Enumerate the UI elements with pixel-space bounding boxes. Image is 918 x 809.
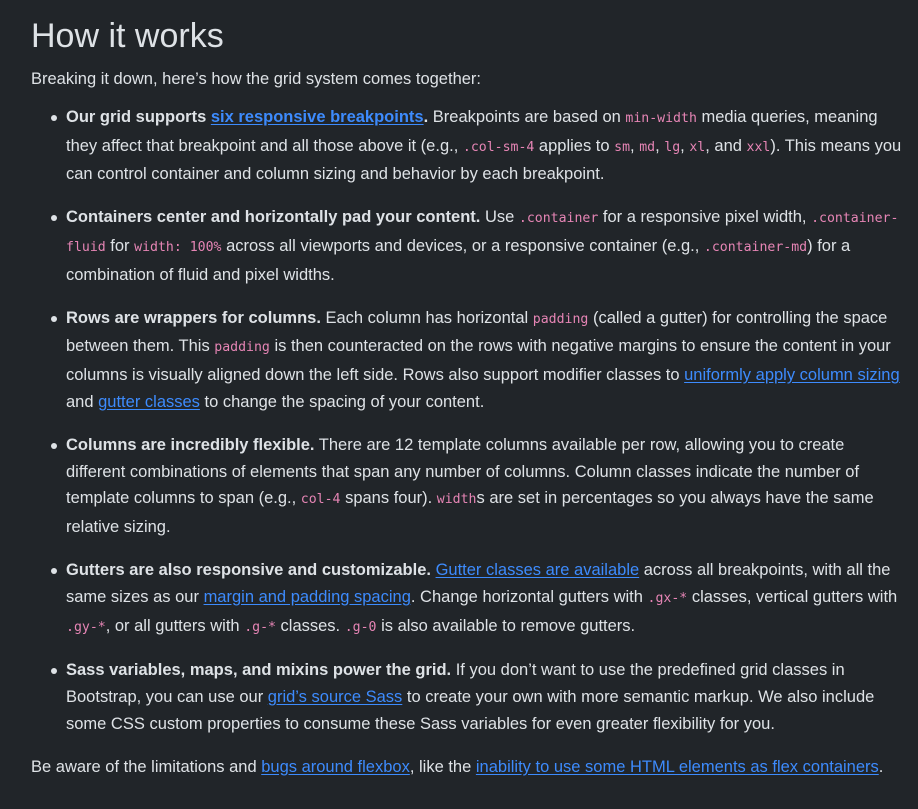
item-title: Sass variables, maps, and mixins power t… <box>66 661 452 680</box>
column-sizing-link[interactable]: uniformly apply column sizing <box>684 366 900 384</box>
code-snippet: xxl <box>746 139 771 155</box>
code-snippet: width <box>436 492 477 508</box>
intro-paragraph: Breaking it down, here’s how the grid sy… <box>31 70 482 88</box>
code-snippet: lg <box>664 139 681 155</box>
code-snippet: sm <box>614 139 631 155</box>
breakpoints-link[interactable]: six responsive breakpoints <box>211 108 424 126</box>
list-item-containers: Containers center and horizontally pad y… <box>51 204 908 288</box>
code-snippet: .g-* <box>244 619 276 635</box>
flexbox-bugs-link[interactable]: bugs around flexbox <box>261 758 410 776</box>
bullet-icon <box>51 315 57 322</box>
list-item-rows: Rows are wrappers for columns. Each colu… <box>51 305 908 416</box>
item-title: Columns are incredibly flexible. <box>66 435 315 454</box>
spacing-link[interactable]: margin and padding spacing <box>204 588 411 606</box>
bullet-icon <box>51 442 57 449</box>
bullet-icon <box>51 114 57 121</box>
code-snippet: md <box>639 139 656 155</box>
bullet-icon <box>51 215 57 222</box>
bullet-icon <box>51 567 57 574</box>
gutter-classes-available-link[interactable]: Gutter classes are available <box>436 561 640 579</box>
list-item-sass: Sass variables, maps, and mixins power t… <box>51 657 908 737</box>
item-title: Our grid supports six responsive breakpo… <box>66 107 429 126</box>
code-snippet: width: 100% <box>134 239 222 255</box>
grid-source-sass-link[interactable]: grid’s source Sass <box>268 688 403 706</box>
code-snippet: .g-0 <box>344 619 377 635</box>
code-snippet: .container-md <box>703 239 808 255</box>
code-snippet: padding <box>532 311 589 327</box>
code-snippet: col-4 <box>300 492 341 508</box>
item-title: Rows are wrappers for columns. <box>66 308 321 327</box>
docs-content: How it works Breaking it down, here’s ho… <box>0 0 918 781</box>
flex-containers-link[interactable]: inability to use some HTML elements as f… <box>476 758 879 776</box>
code-snippet: padding <box>214 340 270 356</box>
list-item-gutters: Gutters are also responsive and customiz… <box>51 557 908 641</box>
item-title: Gutters are also responsive and customiz… <box>66 560 431 579</box>
feature-list: Our grid supports six responsive breakpo… <box>31 104 908 738</box>
list-item-columns: Columns are incredibly flexible. There a… <box>51 432 908 541</box>
section-heading: How it works <box>31 17 224 55</box>
code-snippet: .gy-* <box>66 619 106 635</box>
list-item-breakpoints: Our grid supports six responsive breakpo… <box>51 104 908 188</box>
code-snippet: .gx-* <box>647 590 688 606</box>
code-snippet: xl <box>689 139 706 155</box>
code-snippet: min-width <box>625 110 697 126</box>
code-snippet: .container <box>518 211 599 227</box>
item-title: Containers center and horizontally pad y… <box>66 208 481 227</box>
gutter-classes-link[interactable]: gutter classes <box>98 393 200 411</box>
code-snippet: .col-sm-4 <box>462 139 535 155</box>
limitations-paragraph: Be aware of the limitations and bugs aro… <box>31 757 884 776</box>
bullet-icon <box>51 668 57 675</box>
